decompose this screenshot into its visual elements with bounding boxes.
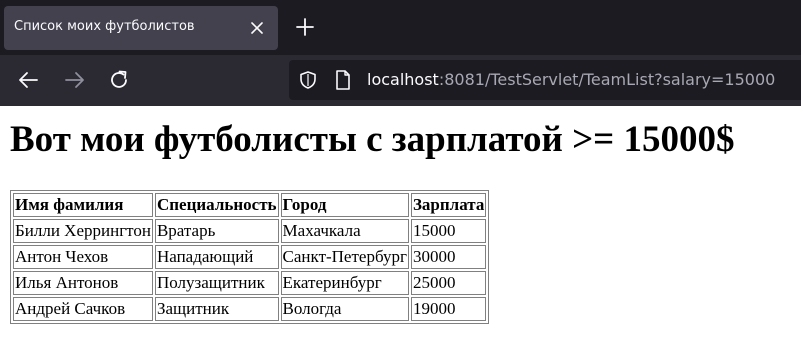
- table-row: Билли Херрингтон Вратарь Махачкала 15000: [13, 219, 487, 243]
- page-content: Вот мои футболисты с зарплатой >= 15000$…: [0, 106, 801, 353]
- table-header-row: Имя фамилия Специальность Город Зарплата: [13, 193, 487, 217]
- cell-name: Антон Чехов: [13, 245, 153, 269]
- url-host: localhost: [367, 70, 439, 89]
- cell-name: Илья Антонов: [13, 271, 153, 295]
- browser-window: Список моих футболистов localhost:8081/T…: [0, 0, 801, 353]
- tab-title: Список моих футболистов: [14, 19, 195, 34]
- header-position: Специальность: [154, 193, 279, 217]
- reload-icon[interactable]: [106, 67, 132, 93]
- page-title: Вот мои футболисты с зарплатой >= 15000$: [10, 119, 735, 160]
- players-table: Имя фамилия Специальность Город Зарплата…: [10, 190, 490, 324]
- header-city: Город: [280, 193, 409, 217]
- header-salary: Зарплата: [410, 193, 487, 217]
- tab-active[interactable]: Список моих футболистов: [4, 6, 278, 50]
- cell-city: Санкт-Петербург: [280, 245, 409, 269]
- cell-salary: 30000: [410, 245, 487, 269]
- tab-strip: Список моих футболистов: [0, 0, 801, 55]
- arrow-left-icon[interactable]: [16, 67, 42, 93]
- cell-salary: 25000: [410, 271, 487, 295]
- cell-position: Нападающий: [154, 245, 279, 269]
- cell-position: Защитник: [154, 297, 279, 321]
- url-path: :8081/TestServlet/TeamList?salary=15000: [438, 70, 776, 89]
- table-row: Илья Антонов Полузащитник Екатеринбург 2…: [13, 271, 487, 295]
- arrow-right-icon[interactable]: [61, 67, 87, 93]
- cell-salary: 15000: [410, 219, 487, 243]
- cell-name: Билли Херрингтон: [13, 219, 153, 243]
- cell-position: Полузащитник: [154, 271, 279, 295]
- shield-icon[interactable]: [298, 70, 318, 90]
- navigation-toolbar: localhost:8081/TestServlet/TeamList?sala…: [0, 55, 801, 106]
- cell-city: Махачкала: [280, 219, 409, 243]
- cell-city: Екатеринбург: [280, 271, 409, 295]
- header-name: Имя фамилия: [13, 193, 153, 217]
- table-row: Антон Чехов Нападающий Санкт-Петербург 3…: [13, 245, 487, 269]
- url-text[interactable]: localhost:8081/TestServlet/TeamList?sala…: [367, 70, 775, 89]
- cell-city: Вологда: [280, 297, 409, 321]
- close-icon[interactable]: [247, 18, 267, 38]
- plus-icon[interactable]: [292, 14, 318, 40]
- cell-name: Андрей Сачков: [13, 297, 153, 321]
- address-bar[interactable]: localhost:8081/TestServlet/TeamList?sala…: [289, 60, 801, 100]
- cell-position: Вратарь: [154, 219, 279, 243]
- page-icon[interactable]: [333, 69, 353, 91]
- cell-salary: 19000: [410, 297, 487, 321]
- table-row: Андрей Сачков Защитник Вологда 19000: [13, 297, 487, 321]
